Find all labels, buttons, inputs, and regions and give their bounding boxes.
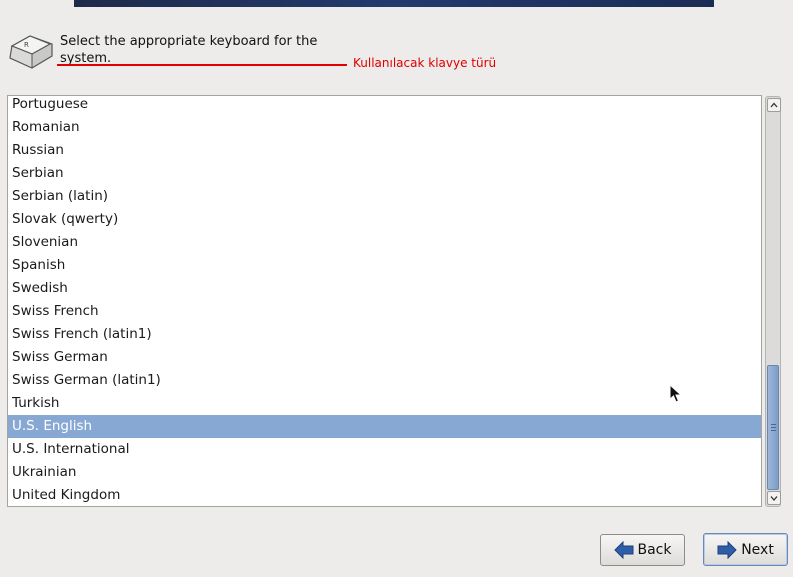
chevron-down-icon <box>770 496 778 501</box>
list-item[interactable]: Swiss French (latin1) <box>8 323 761 346</box>
list-scrollbar[interactable] <box>765 96 781 507</box>
chevron-up-icon <box>770 102 778 108</box>
scroll-up-button[interactable] <box>767 98 781 112</box>
list-item[interactable]: Swiss German (latin1) <box>8 369 761 392</box>
list-item[interactable]: U.S. English <box>8 415 761 438</box>
grip-icon <box>771 424 776 433</box>
list-item[interactable]: Russian <box>8 139 761 162</box>
list-item[interactable]: United Kingdom <box>8 484 761 506</box>
list-item[interactable]: Ukrainian <box>8 461 761 484</box>
arrow-left-icon <box>613 541 633 559</box>
back-button-label: Back <box>637 542 672 558</box>
next-button-label: Next <box>741 541 774 558</box>
keyboard-key-icon: R <box>8 32 54 70</box>
annotation-label: Kullanılacak klavye türü <box>353 56 497 70</box>
scroll-down-button[interactable] <box>767 491 781 505</box>
list-item[interactable]: Swiss German <box>8 346 761 369</box>
mouse-pointer-icon <box>669 383 683 408</box>
list-item[interactable]: Slovenian <box>8 231 761 254</box>
list-item[interactable]: Serbian (latin) <box>8 185 761 208</box>
keyboard-list[interactable]: Portuguese Romanian Russian Serbian Serbian … <box>7 95 762 507</box>
list-item[interactable]: Portuguese <box>8 96 761 116</box>
keyboard-prompt: Select the appropriate keyboard for the … <box>60 34 318 66</box>
list-item[interactable]: Spanish <box>8 254 761 277</box>
keyboard-list-items: Portuguese Romanian Russian Serbian Serbian … <box>8 96 761 506</box>
list-item[interactable]: Slovak (qwerty) <box>8 208 761 231</box>
list-item[interactable]: U.S. International <box>8 438 761 461</box>
list-item[interactable]: Swedish <box>8 277 761 300</box>
list-item[interactable]: Turkish <box>8 392 761 415</box>
top-banner <box>74 0 714 7</box>
svg-text:R: R <box>24 41 29 49</box>
back-button[interactable]: Back <box>600 534 685 566</box>
list-item[interactable]: Swiss French <box>8 300 761 323</box>
next-button[interactable]: Next <box>703 533 788 566</box>
arrow-right-icon <box>717 540 737 559</box>
list-item[interactable]: Romanian <box>8 116 761 139</box>
scroll-thumb[interactable] <box>767 365 779 490</box>
annotation-underline <box>57 64 347 66</box>
list-item[interactable]: Serbian <box>8 162 761 185</box>
